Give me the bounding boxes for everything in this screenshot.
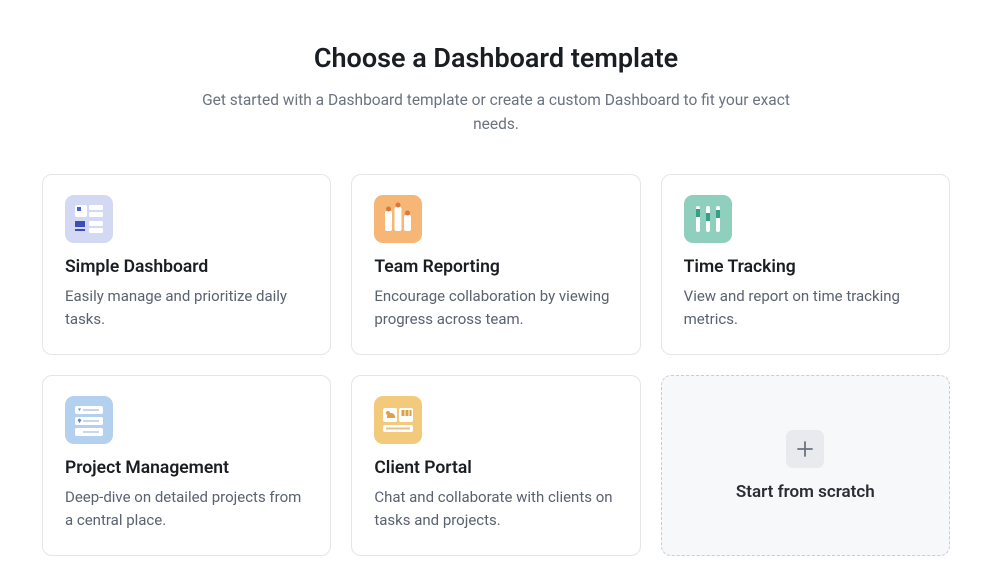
card-desc: Encourage collaboration by viewing progr…	[374, 285, 617, 330]
team-reporting-icon	[374, 195, 422, 243]
plus-icon	[796, 440, 814, 458]
card-title: Team Reporting	[374, 257, 617, 277]
page-title: Choose a Dashboard template	[42, 42, 950, 74]
client-portal-icon-svg	[378, 400, 418, 440]
project-management-icon	[65, 396, 113, 444]
card-title: Time Tracking	[684, 257, 927, 277]
time-tracking-icon-svg	[688, 199, 728, 239]
template-card-team-reporting[interactable]: Team Reporting Encourage collaboration b…	[351, 174, 640, 355]
template-card-time-tracking[interactable]: Time Tracking View and report on time tr…	[661, 174, 950, 355]
simple-dashboard-icon-svg	[69, 199, 109, 239]
project-management-icon-svg	[69, 400, 109, 440]
start-from-scratch-card[interactable]: Start from scratch	[661, 375, 950, 556]
time-tracking-icon	[684, 195, 732, 243]
team-reporting-icon-svg	[378, 199, 418, 239]
scratch-label: Start from scratch	[736, 482, 875, 502]
page-subtitle: Get started with a Dashboard template or…	[196, 88, 796, 136]
card-desc: View and report on time tracking metrics…	[684, 285, 927, 330]
card-desc: Easily manage and prioritize daily tasks…	[65, 285, 308, 330]
card-title: Project Management	[65, 458, 308, 478]
template-card-simple-dashboard[interactable]: Simple Dashboard Easily manage and prior…	[42, 174, 331, 355]
card-desc: Deep-dive on detailed projects from a ce…	[65, 486, 308, 531]
card-desc: Chat and collaborate with clients on tas…	[374, 486, 617, 531]
client-portal-icon	[374, 396, 422, 444]
header: Choose a Dashboard template Get started …	[42, 42, 950, 136]
template-grid: Simple Dashboard Easily manage and prior…	[42, 174, 950, 556]
simple-dashboard-icon	[65, 195, 113, 243]
plus-icon-box	[786, 430, 824, 468]
template-card-client-portal[interactable]: Client Portal Chat and collaborate with …	[351, 375, 640, 556]
card-title: Simple Dashboard	[65, 257, 308, 277]
card-title: Client Portal	[374, 458, 617, 478]
template-card-project-management[interactable]: Project Management Deep-dive on detailed…	[42, 375, 331, 556]
